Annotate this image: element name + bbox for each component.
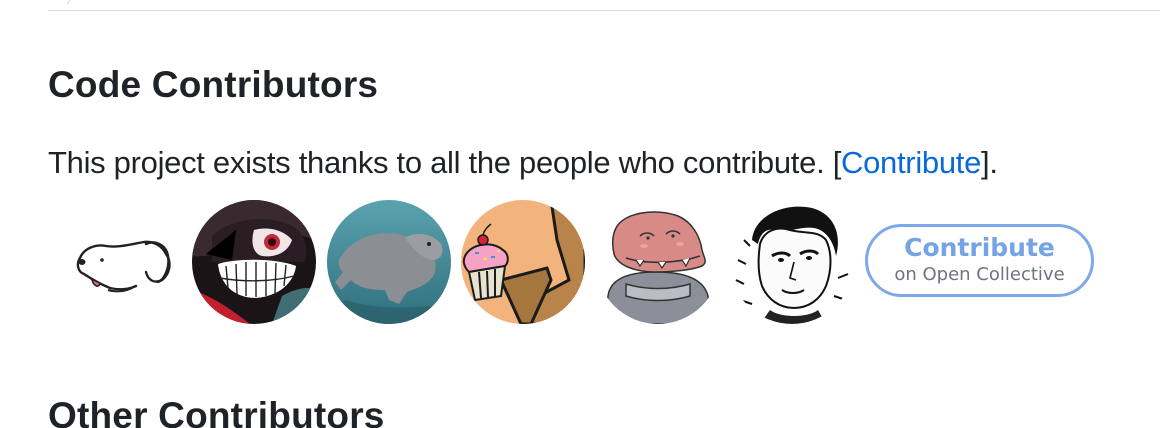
dog-doodle-avatar[interactable] xyxy=(62,200,186,324)
code-contributors-heading: Code Contributors xyxy=(48,64,379,105)
underwater-hippo-avatar[interactable] xyxy=(327,200,451,324)
sketch-portrait-avatar[interactable] xyxy=(730,200,854,324)
dinosaur-cartoon-avatar[interactable] xyxy=(596,200,720,324)
contribute-button-sublabel: on Open Collective xyxy=(894,264,1065,285)
masked-anime-avatar[interactable] xyxy=(192,200,316,324)
contribute-button-label: Contribute xyxy=(904,233,1055,262)
intro-text-before: This project exists thanks to all the pe… xyxy=(48,145,842,180)
cupcake-cartoon-avatar[interactable] xyxy=(461,200,585,324)
top-divider-fragment xyxy=(66,0,77,4)
contributors-intro: This project exists thanks to all the pe… xyxy=(48,145,998,181)
top-divider xyxy=(48,10,1160,11)
intro-text-after: ]. xyxy=(981,145,998,180)
open-collective-contribute-button[interactable]: Contribute on Open Collective xyxy=(865,224,1094,297)
other-contributors-heading: Other Contributors xyxy=(48,395,385,428)
contribute-link[interactable]: Contribute xyxy=(841,145,981,180)
